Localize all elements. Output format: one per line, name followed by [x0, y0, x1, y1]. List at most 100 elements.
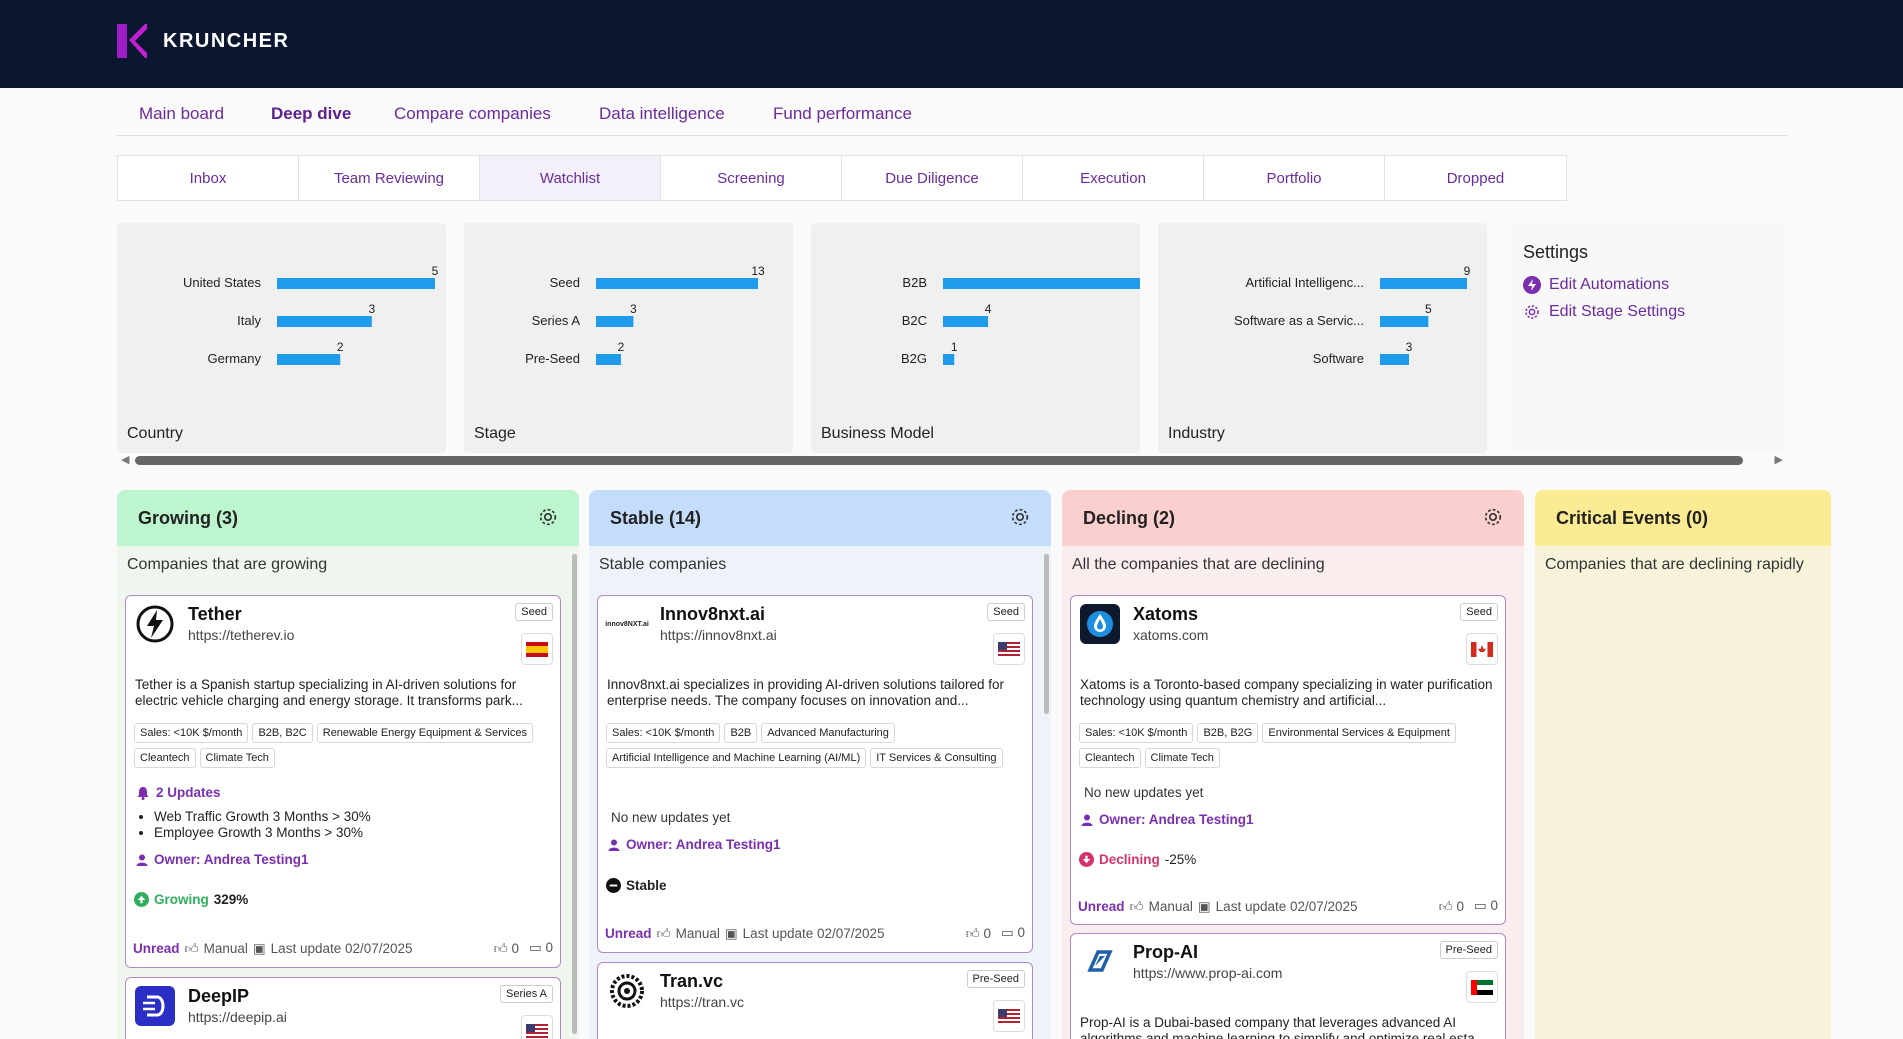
canada-flag-icon [1466, 633, 1498, 665]
tag: Sales: <10K $/month [606, 723, 721, 743]
edit-stage-settings-link[interactable]: Edit Stage Settings [1523, 303, 1685, 321]
thumb-icon: 👍︎ [656, 926, 671, 941]
chart-title: Stage [474, 425, 516, 442]
bar[interactable] [277, 354, 341, 365]
like-count: 0 [983, 926, 991, 941]
tag: Advanced Manufacturing [761, 723, 895, 743]
bar[interactable] [1380, 278, 1467, 289]
unread-badge[interactable]: Unread [1078, 899, 1125, 914]
company-name[interactable]: Tran.vc [660, 971, 723, 992]
column-description: Stable companies [599, 556, 727, 573]
comment-button[interactable]: ▭ 0 [1474, 898, 1498, 915]
tag: Artificial Intelligence and Machine Lear… [606, 748, 867, 768]
company-logo [135, 604, 175, 644]
bar[interactable] [277, 278, 435, 289]
edit-automations-link[interactable]: Edit Automations [1523, 276, 1669, 294]
company-url[interactable]: https://deepip.ai [188, 1009, 287, 1025]
arrow-down-circle-icon [1079, 852, 1094, 867]
tab-team-reviewing[interactable]: Team Reviewing [299, 156, 480, 200]
gear-icon[interactable] [537, 506, 559, 528]
tag-list: Sales: <10K $/month B2B, B2C Renewable E… [134, 723, 552, 768]
company-url[interactable]: https://www.prop-ai.com [1133, 965, 1282, 981]
tab-execution[interactable]: Execution [1023, 156, 1204, 200]
company-url[interactable]: https://tetherev.io [188, 627, 294, 643]
comment-button[interactable]: ▭ 0 [1001, 925, 1025, 942]
scroll-thumb[interactable] [135, 456, 1743, 465]
owner-link[interactable]: Owner: Andrea Testing1 [1081, 812, 1254, 827]
category-label: B2C [902, 313, 927, 328]
like-button[interactable]: 👍︎ 0 [494, 940, 519, 957]
last-update: Last update 02/07/2025 [270, 941, 413, 956]
value-label: 13 [751, 264, 765, 278]
like-button[interactable]: 👍︎ 0 [1439, 898, 1464, 915]
company-name[interactable]: Innov8nxt.ai [660, 604, 765, 625]
company-name[interactable]: Tether [188, 604, 242, 625]
bar[interactable] [596, 278, 758, 289]
company-logo [135, 986, 175, 1026]
comment-count: 0 [1017, 925, 1025, 940]
company-name[interactable]: Xatoms [1133, 604, 1198, 625]
company-url[interactable]: https://innov8nxt.ai [660, 627, 777, 643]
unread-badge[interactable]: Unread [133, 941, 180, 956]
bar[interactable] [1380, 354, 1409, 365]
bar[interactable] [943, 316, 989, 327]
company-url[interactable]: xatoms.com [1133, 627, 1208, 643]
column-growing: Growing (3) Companies that are growing T… [117, 490, 579, 1039]
company-card-tether[interactable]: Tether https://tetherev.io Seed Tether i… [125, 595, 561, 968]
company-name[interactable]: DeepIP [188, 986, 249, 1007]
unread-badge[interactable]: Unread [605, 926, 652, 941]
bar[interactable] [943, 278, 1140, 289]
company-card-propai[interactable]: Prop-AI https://www.prop-ai.com Pre-Seed… [1070, 933, 1506, 1039]
scroll-right-icon[interactable]: ▶ [1775, 453, 1783, 466]
bar[interactable] [1380, 316, 1429, 327]
kruncher-logo-icon[interactable] [117, 24, 147, 58]
column-title: Critical Events (0) [1556, 507, 1709, 528]
bar[interactable] [596, 354, 621, 365]
gear-icon[interactable] [1482, 506, 1504, 528]
charts-scrollbar[interactable]: ◀ ▶ [117, 452, 1787, 468]
gear-icon[interactable] [1009, 506, 1031, 528]
tab-due-diligence[interactable]: Due Diligence [842, 156, 1023, 200]
company-logo [1080, 604, 1120, 644]
tab-portfolio[interactable]: Portfolio [1204, 156, 1385, 200]
company-url[interactable]: https://tran.vc [660, 994, 744, 1010]
scroll-left-icon[interactable]: ◀ [121, 453, 129, 466]
edit-automations-label: Edit Automations [1549, 276, 1670, 293]
nav-main-board[interactable]: Main board [139, 104, 224, 124]
company-card-innov8nxt[interactable]: innov8NXT.ai Innov8nxt.ai https://innov8… [597, 595, 1033, 953]
column-scrollbar[interactable] [1044, 554, 1049, 714]
nav-compare-companies[interactable]: Compare companies [394, 104, 551, 124]
tab-dropped[interactable]: Dropped [1385, 156, 1566, 200]
us-flag-icon [993, 633, 1025, 665]
tag: Climate Tech [199, 748, 275, 768]
company-card-deepip[interactable]: DeepIP https://deepip.ai Series A [125, 977, 561, 1039]
app-name[interactable]: KRUNCHER [163, 30, 289, 53]
bar[interactable] [596, 316, 634, 327]
value-label: 4 [985, 302, 992, 316]
nav-deep-dive[interactable]: Deep dive [271, 104, 351, 124]
tab-screening[interactable]: Screening [661, 156, 842, 200]
company-name[interactable]: Prop-AI [1133, 942, 1198, 963]
company-card-tranvc[interactable]: Tran.vc https://tran.vc Pre-Seed [597, 962, 1033, 1039]
owner-link[interactable]: Owner: Andrea Testing1 [608, 837, 781, 852]
nav-data-intelligence[interactable]: Data intelligence [599, 104, 725, 124]
comment-button[interactable]: ▭ 0 [529, 940, 553, 957]
company-description: Innov8nxt.ai specializes in providing AI… [607, 677, 1004, 708]
us-flag-icon [993, 1000, 1025, 1032]
bar[interactable] [943, 354, 955, 365]
bar[interactable] [277, 316, 372, 327]
nav-fund-performance[interactable]: Fund performance [773, 104, 912, 124]
like-button[interactable]: 👍︎ 0 [966, 925, 991, 942]
column-scrollbar[interactable] [572, 554, 577, 1034]
card-footer: Unread 👍︎ Manual ▣ Last update 02/07/202… [605, 925, 1025, 942]
innov8nxt-logo-text: innov8NXT.ai [605, 620, 649, 628]
updates-link[interactable]: 2 Updates [136, 785, 221, 800]
company-card-xatoms[interactable]: Xatoms xatoms.com Seed Xatoms is a Toron… [1070, 595, 1506, 925]
owner-link[interactable]: Owner: Andrea Testing1 [136, 852, 309, 867]
tab-watchlist[interactable]: Watchlist [480, 156, 661, 200]
stage-tabs: Inbox Team Reviewing Watchlist Screening… [117, 155, 1567, 201]
owner-name: Owner: Andrea Testing1 [626, 837, 781, 852]
tab-inbox[interactable]: Inbox [118, 156, 299, 200]
update-list: Web Traffic Growth 3 Months > 30% Employ… [154, 809, 371, 841]
updates-count: 2 Updates [156, 785, 221, 800]
